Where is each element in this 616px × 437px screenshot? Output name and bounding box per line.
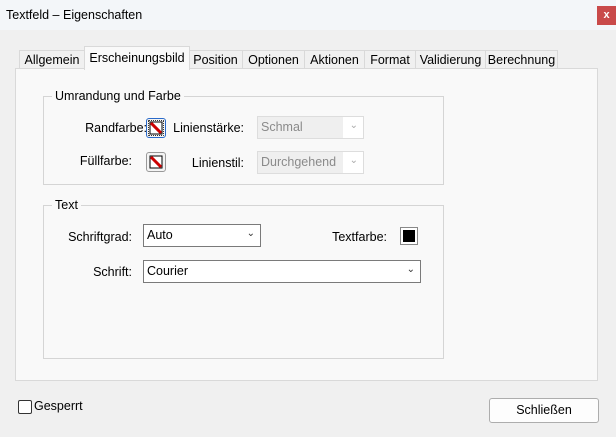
chevron-down-icon: ⌄ [349,155,358,166]
no-color-icon [149,155,163,169]
font-size-label: Schriftgrad: [68,230,132,244]
tab-optionen[interactable]: Optionen [242,50,305,69]
font-value: Courier [144,261,400,282]
line-width-value: Schmal [258,117,343,138]
chevron-down-icon: ⌄ [246,228,255,239]
line-width-label: Linienstärke: [173,121,244,135]
line-style-value: Durchgehend [258,152,343,173]
line-width-select[interactable]: Schmal ⌄ [257,116,364,139]
font-size-value: Auto [144,225,240,246]
border-color-button[interactable] [146,118,166,138]
font-label: Schrift: [93,265,132,279]
window-title: Textfeld – Eigenschaften [6,8,143,22]
group-legend: Text [52,198,81,212]
text-group: Text Schriftgrad: Auto ⌄ Textfarbe: Schr… [43,198,444,359]
border-color-group: Umrandung und Farbe Randfarbe: Linienstä… [43,89,444,185]
font-size-select[interactable]: Auto ⌄ [143,224,261,247]
text-color-button[interactable] [400,227,418,245]
tab-erscheinungsbild[interactable]: Erscheinungsbild [84,46,190,70]
close-button[interactable]: Schließen [489,398,599,423]
tab-berechnung[interactable]: Berechnung [485,50,558,69]
locked-label[interactable]: Gesperrt [34,399,83,413]
text-color-label: Textfarbe: [332,230,387,244]
tab-validierung[interactable]: Validierung [415,50,486,69]
no-color-icon [149,121,163,135]
close-window-button[interactable]: x [597,6,616,25]
fill-color-label: Füllfarbe: [79,154,132,168]
tab-allgemein[interactable]: Allgemein [19,50,85,69]
chevron-down-icon: ⌄ [406,264,415,275]
group-legend: Umrandung und Farbe [52,89,184,103]
tab-aktionen[interactable]: Aktionen [304,50,365,69]
tab-position[interactable]: Position [188,50,243,69]
tab-format[interactable]: Format [364,50,416,69]
tab-panel: Umrandung und Farbe Randfarbe: Linienstä… [15,68,598,381]
fill-color-button[interactable] [146,152,166,172]
line-style-label: Linienstil: [191,156,244,170]
border-color-label: Randfarbe: [85,121,147,135]
locked-checkbox[interactable] [18,400,32,414]
chevron-down-icon: ⌄ [349,120,358,131]
font-select[interactable]: Courier ⌄ [143,260,421,283]
line-style-select[interactable]: Durchgehend ⌄ [257,151,364,174]
